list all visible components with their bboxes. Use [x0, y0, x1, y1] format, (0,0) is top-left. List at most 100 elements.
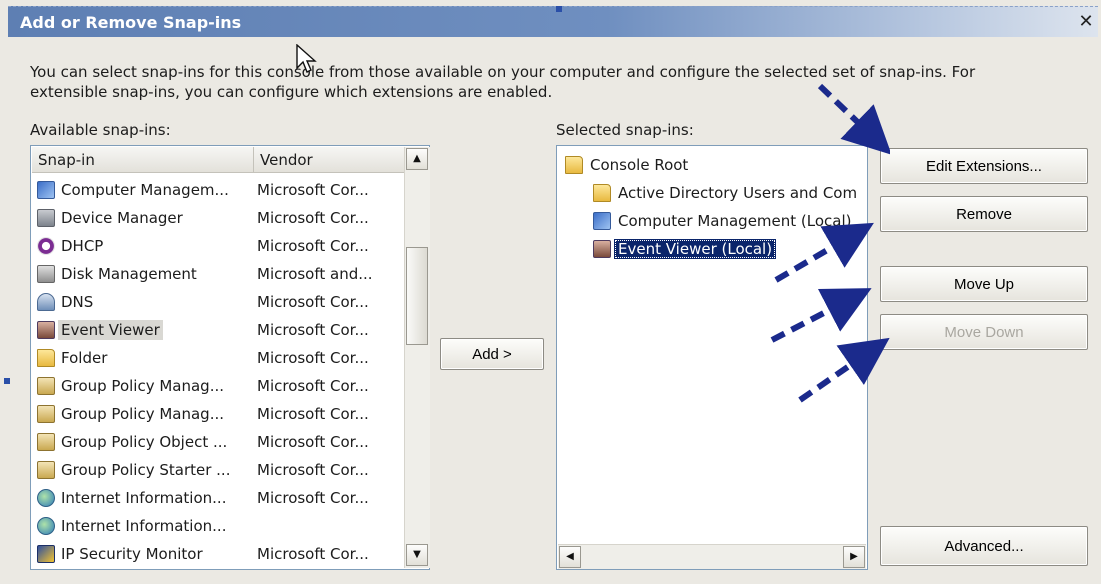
folder-icon	[37, 349, 55, 367]
computer-management-icon	[593, 212, 611, 230]
vertical-scrollbar[interactable]: ▲ ▼	[404, 147, 430, 568]
snapin-name-text: Device Manager	[61, 209, 183, 227]
folder-icon	[565, 156, 583, 174]
list-item[interactable]: IP Security Monitor Microsoft Cor...	[37, 540, 407, 568]
description-line-1: You can select snap-ins for this console…	[30, 63, 976, 81]
group-policy-icon	[37, 377, 55, 395]
horizontal-scrollbar[interactable]: ◀ ▶	[558, 544, 866, 569]
snapin-name-text: Group Policy Manag...	[61, 405, 225, 423]
iis-icon	[37, 489, 55, 507]
snapin-name-text: Internet Information...	[61, 517, 227, 535]
scroll-down-button[interactable]: ▼	[406, 544, 428, 566]
advanced-button[interactable]: Advanced...	[880, 526, 1088, 566]
snapin-vendor: Microsoft Cor...	[257, 545, 369, 563]
list-item[interactable]: Group Policy Manag... Microsoft Cor...	[37, 400, 407, 428]
snapin-vendor: Microsoft Cor...	[257, 433, 369, 451]
snapin-name: Group Policy Starter ...	[37, 460, 257, 480]
tree-item[interactable]: Console Root	[565, 152, 692, 178]
snapin-vendor: Microsoft and...	[257, 265, 373, 283]
scroll-right-button[interactable]: ▶	[843, 546, 865, 568]
list-item[interactable]: Group Policy Manag... Microsoft Cor...	[37, 372, 407, 400]
edit-extensions-button[interactable]: Edit Extensions...	[880, 148, 1088, 184]
tree-item-label: Event Viewer (Local)	[614, 239, 777, 259]
snapin-vendor: Microsoft Cor...	[257, 377, 369, 395]
list-item[interactable]: Event Viewer Microsoft Cor...	[37, 316, 407, 344]
active-directory-icon	[593, 184, 611, 202]
snapin-vendor: Microsoft Cor...	[257, 293, 369, 311]
snapin-name-text: Computer Managem...	[61, 181, 229, 199]
group-policy-icon	[37, 433, 55, 451]
snapin-name: Internet Information...	[37, 516, 257, 536]
snapin-name-text: Folder	[61, 349, 108, 367]
snapin-name: Folder	[37, 348, 257, 368]
list-item[interactable]: DNS Microsoft Cor...	[37, 288, 407, 316]
dhcp-icon	[37, 237, 55, 255]
remove-button[interactable]: Remove	[880, 196, 1088, 232]
snapin-vendor: Microsoft Cor...	[257, 349, 369, 367]
column-header-snapin[interactable]: Snap-in	[32, 147, 254, 173]
snapin-name-text: Internet Information...	[61, 489, 227, 507]
description-line-2: extensible snap-ins, you can configure w…	[30, 83, 553, 101]
arrow-move-down	[798, 337, 890, 403]
available-snapins-list[interactable]: Snap-in Vendor Computer Managem... Micros…	[30, 145, 430, 570]
title-bar: Add or Remove Snap-ins ✕	[8, 6, 1098, 37]
list-item[interactable]: Internet Information...	[37, 512, 407, 540]
list-header: Snap-in Vendor	[32, 147, 405, 173]
tree-item[interactable]: Event Viewer (Local)	[593, 236, 777, 262]
move-up-button[interactable]: Move Up	[880, 266, 1088, 302]
resize-handle	[556, 6, 562, 12]
scroll-left-button[interactable]: ◀	[559, 546, 581, 568]
list-item[interactable]: Folder Microsoft Cor...	[37, 344, 407, 372]
resize-handle	[4, 378, 10, 384]
close-button[interactable]: ✕	[1076, 11, 1096, 33]
ip-security-icon	[37, 545, 55, 563]
column-header-vendor[interactable]: Vendor	[254, 147, 405, 173]
snapin-name-text: Group Policy Starter ...	[61, 461, 231, 479]
annotation-arrows	[770, 83, 890, 403]
computer-management-icon	[37, 181, 55, 199]
event-viewer-icon	[593, 240, 611, 258]
scroll-up-button[interactable]: ▲	[406, 148, 428, 170]
snapin-vendor: Microsoft Cor...	[257, 405, 369, 423]
group-policy-icon	[37, 461, 55, 479]
list-item[interactable]: Group Policy Object ... Microsoft Cor...	[37, 428, 407, 456]
snapin-name: IP Security Monitor	[37, 544, 257, 564]
snapin-name: Computer Managem...	[37, 180, 257, 200]
snapin-name: Disk Management	[37, 264, 257, 284]
list-item[interactable]: DHCP Microsoft Cor...	[37, 232, 407, 260]
snapin-name: DHCP	[37, 236, 257, 256]
list-item[interactable]: Group Policy Starter ... Microsoft Cor...	[37, 456, 407, 484]
snapin-name: Group Policy Manag...	[37, 376, 257, 396]
dialog-description: You can select snap-ins for this console…	[30, 62, 1050, 102]
add-button[interactable]: Add >	[440, 338, 544, 370]
snapin-vendor: Microsoft Cor...	[257, 489, 369, 507]
selected-snapins-label: Selected snap-ins:	[556, 121, 694, 139]
snapin-vendor: Microsoft Cor...	[257, 461, 369, 479]
list-item[interactable]: Computer Managem... Microsoft Cor...	[37, 176, 407, 204]
arrow-move-up	[770, 288, 872, 343]
snapin-name-text: DHCP	[61, 237, 104, 255]
event-viewer-icon	[37, 321, 55, 339]
scroll-thumb[interactable]	[406, 247, 428, 345]
arrow-remove	[774, 222, 874, 283]
snapin-name: Internet Information...	[37, 488, 257, 508]
dns-icon	[37, 293, 55, 311]
move-down-button[interactable]: Move Down	[880, 314, 1088, 350]
disk-management-icon	[37, 265, 55, 283]
list-item[interactable]: Internet Information... Microsoft Cor...	[37, 484, 407, 512]
mouse-cursor-icon	[296, 44, 317, 73]
snapin-name-text: IP Security Monitor	[61, 545, 203, 563]
dialog-title: Add or Remove Snap-ins	[20, 13, 242, 32]
snapin-vendor: Microsoft Cor...	[257, 321, 369, 339]
snapin-name-text: Group Policy Manag...	[61, 377, 225, 395]
iis-icon	[37, 517, 55, 535]
snapin-vendor: Microsoft Cor...	[257, 209, 369, 227]
list-item[interactable]: Device Manager Microsoft Cor...	[37, 204, 407, 232]
snapin-name: Group Policy Object ...	[37, 432, 257, 452]
snapin-vendor: Microsoft Cor...	[257, 181, 369, 199]
snapin-name: Device Manager	[37, 208, 257, 228]
snapin-name-text: DNS	[61, 293, 94, 311]
list-item[interactable]: Disk Management Microsoft and...	[37, 260, 407, 288]
arrow-edit-extensions	[817, 83, 890, 155]
snapin-name-text: Disk Management	[61, 265, 197, 283]
